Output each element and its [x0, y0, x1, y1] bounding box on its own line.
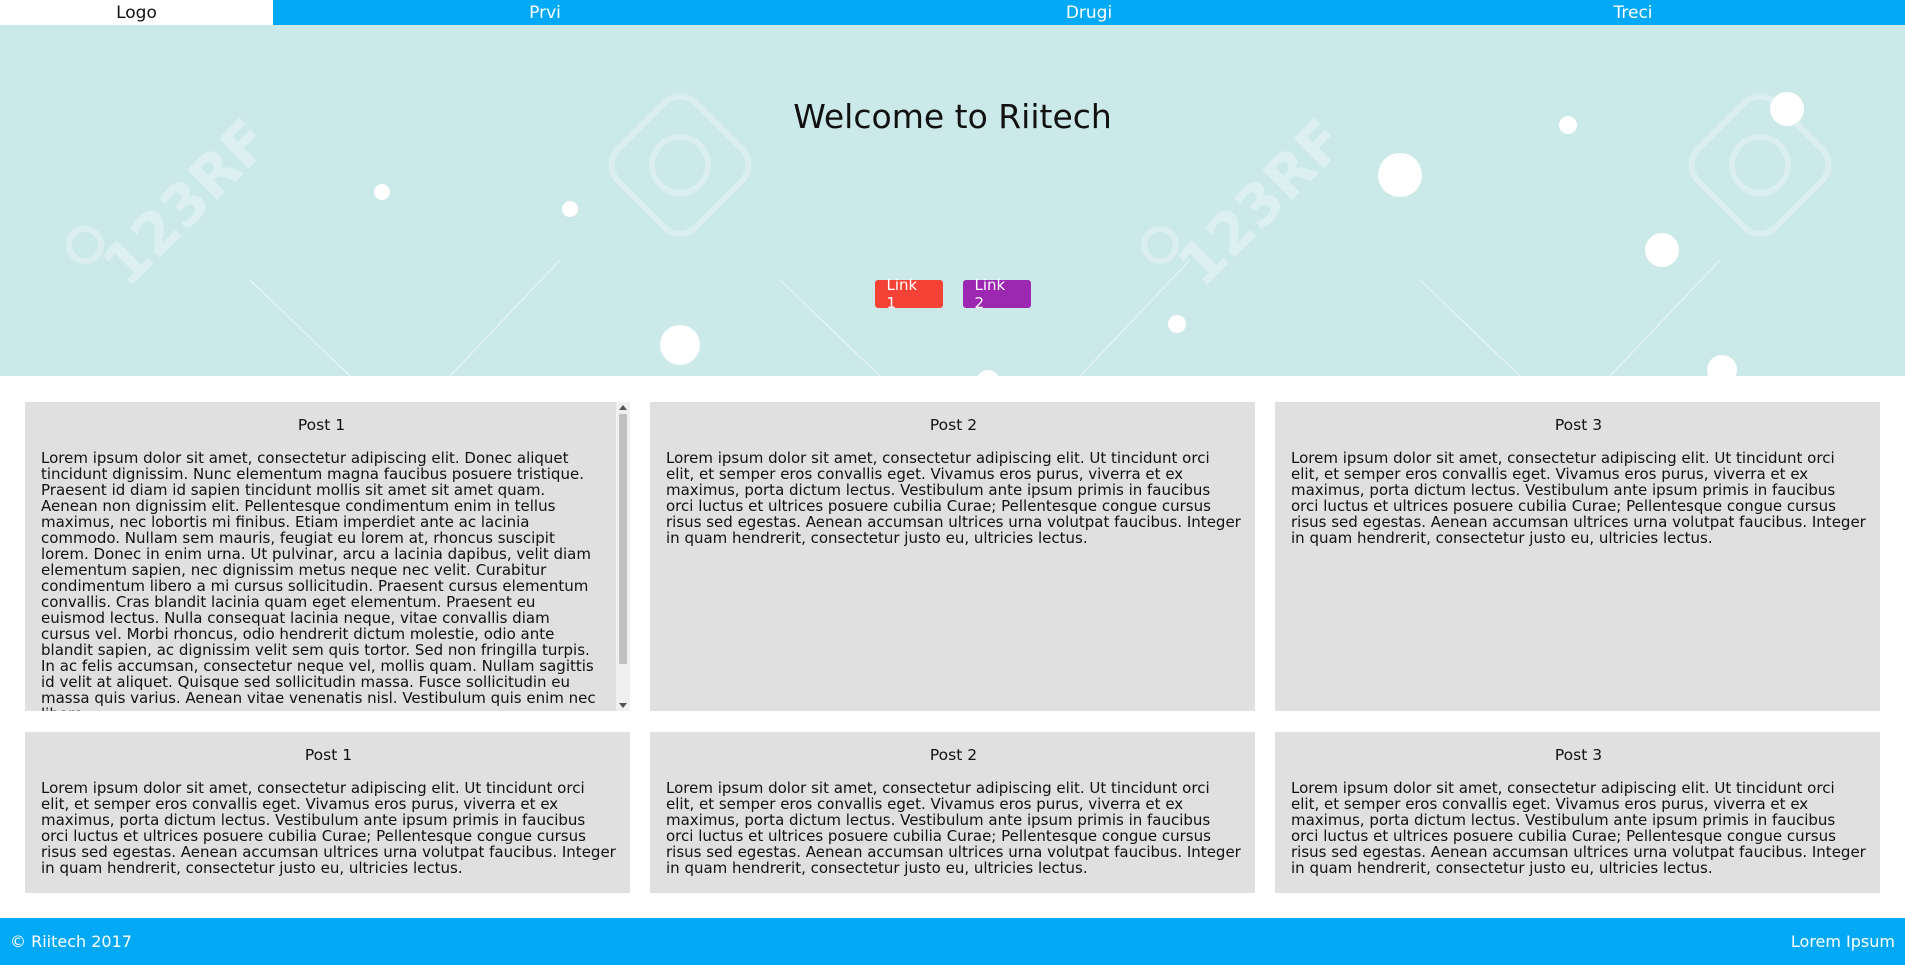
- footer-link[interactable]: Lorem Ipsum: [1791, 918, 1895, 965]
- logo[interactable]: Logo: [0, 0, 273, 25]
- scroll-up-arrow-icon[interactable]: [619, 405, 627, 410]
- post-body: Lorem ipsum dolor sit amet, consectetur …: [1291, 449, 1866, 547]
- post-card: Post 2 Lorem ipsum dolor sit amet, conse…: [650, 402, 1255, 711]
- post-title: Post 1: [297, 416, 346, 434]
- post-title: Post 1: [304, 746, 353, 764]
- post-title: Post 2: [929, 416, 978, 434]
- footer: © Riitech 2017 Lorem Ipsum: [0, 918, 1905, 965]
- link-2-button[interactable]: Link 2: [962, 276, 1031, 312]
- post-card: Post 3 Lorem ipsum dolor sit amet, conse…: [1275, 732, 1880, 893]
- nav-item-treci[interactable]: Treci: [1361, 0, 1905, 25]
- post-title: Post 3: [1554, 746, 1603, 764]
- post-card: Post 3 Lorem ipsum dolor sit amet, conse…: [1275, 402, 1880, 711]
- top-nav: Logo Prvi Drugi Treci: [0, 0, 1905, 25]
- nav-item-prvi[interactable]: Prvi: [273, 0, 817, 25]
- hero-links: Link 1 Link 2: [0, 276, 1905, 312]
- scroll-down-arrow-icon[interactable]: [619, 703, 627, 708]
- link-1-button[interactable]: Link 1: [874, 276, 943, 312]
- post-body: Lorem ipsum dolor sit amet, consectetur …: [41, 449, 596, 711]
- post-card[interactable]: Post 1 Lorem ipsum dolor sit amet, conse…: [25, 402, 630, 711]
- post-body: Lorem ipsum dolor sit amet, consectetur …: [666, 779, 1241, 877]
- post-card: Post 1 Lorem ipsum dolor sit amet, conse…: [25, 732, 630, 893]
- post-body: Lorem ipsum dolor sit amet, consectetur …: [1291, 779, 1866, 877]
- post-card: Post 2 Lorem ipsum dolor sit amet, conse…: [650, 732, 1255, 893]
- nav-item-drugi[interactable]: Drugi: [817, 0, 1361, 25]
- hero-title: Welcome to Riitech: [793, 97, 1112, 136]
- post-title: Post 3: [1554, 416, 1603, 434]
- hero-banner: 123RF 123RF Welcome to Riitech Link 1 Li…: [0, 25, 1905, 376]
- hero-background-image: 123RF 123RF: [66, 92, 1832, 376]
- scrollbar-thumb[interactable]: [619, 414, 627, 664]
- post-body: Lorem ipsum dolor sit amet, consectetur …: [41, 779, 616, 877]
- post-scrollbar[interactable]: [616, 402, 630, 711]
- post-title: Post 2: [929, 746, 978, 764]
- post-body: Lorem ipsum dolor sit amet, consectetur …: [666, 449, 1241, 547]
- footer-copyright: © Riitech 2017: [10, 932, 132, 951]
